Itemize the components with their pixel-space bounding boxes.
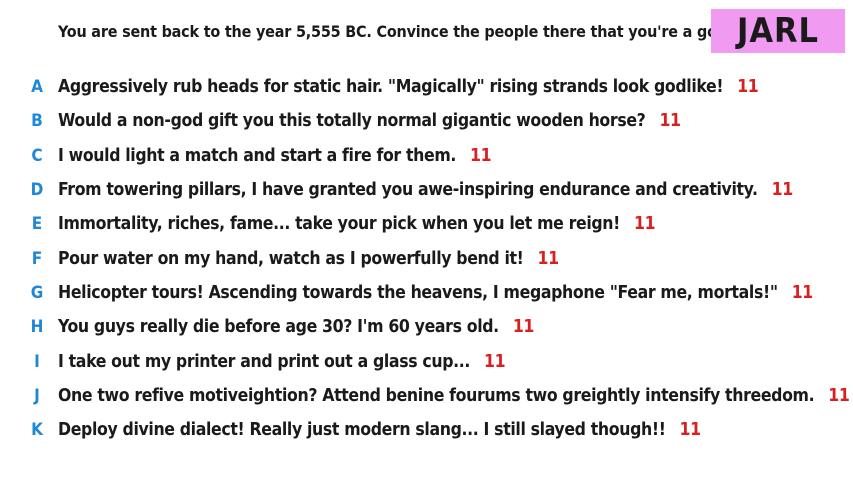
answer-body: Pour water on my hand, watch as I powerf… — [58, 248, 524, 269]
answer-row[interactable]: I I take out my printer and print out a g… — [0, 344, 853, 378]
answer-letter: G — [30, 282, 44, 303]
answer-score: 11 — [470, 145, 492, 166]
answer-score: 11 — [633, 214, 656, 235]
answer-score: 11 — [537, 248, 560, 269]
answer-body: Helicopter tours! Ascending towards the … — [58, 282, 778, 303]
answer-body: Aggressively rub heads for static hair. … — [58, 77, 724, 98]
answer-text: Deploy divine dialect! Really just moder… — [58, 420, 701, 440]
answer-body: You guys really die before age 30? I'm 6… — [58, 317, 499, 338]
answer-text: Helicopter tours! Ascending towards the … — [58, 283, 813, 303]
answer-body: Immortality, riches, fame... take your p… — [58, 214, 620, 235]
answer-text: Immortality, riches, fame... take your p… — [58, 214, 656, 235]
answer-row[interactable]: F Pour water on my hand, watch as I power… — [0, 241, 853, 275]
answer-text: One two refive motiveightion? Attend ben… — [58, 385, 850, 406]
question-prompt: You are sent back to the year 5,555 BC. … — [58, 22, 733, 41]
answer-score: 11 — [737, 77, 759, 98]
answer-text: I take out my printer and print out a gl… — [58, 351, 506, 372]
answer-score: 11 — [679, 420, 702, 441]
answer-row[interactable]: G Helicopter tours! Ascending towards the… — [0, 276, 853, 310]
answer-letter: I — [34, 351, 40, 372]
answer-body: Would a non-god gift you this totally no… — [58, 111, 646, 132]
answer-letter: J — [34, 385, 40, 406]
answer-letter: A — [31, 77, 43, 98]
answer-letter: H — [30, 317, 44, 338]
answer-body: I would light a match and start a fire f… — [58, 145, 457, 166]
answer-row[interactable]: K Deploy divine dialect! Really just mode… — [0, 413, 853, 447]
answer-row[interactable]: B Would a non-god gift you this totally n… — [0, 104, 853, 138]
answer-score: 11 — [512, 317, 535, 338]
answer-score: 11 — [484, 351, 506, 372]
answer-text: From towering pillars, I have granted yo… — [58, 180, 793, 200]
answer-body: From towering pillars, I have granted yo… — [58, 180, 758, 201]
answer-body: I take out my printer and print out a gl… — [58, 351, 471, 372]
answer-row[interactable]: D From towering pillars, I have granted y… — [0, 173, 853, 207]
answer-score: 11 — [659, 111, 681, 132]
answer-text: Aggressively rub heads for static hair. … — [58, 77, 759, 98]
answer-row[interactable]: C I would light a match and start a fire … — [0, 139, 853, 173]
answer-row[interactable]: E Immortality, riches, fame... take your … — [0, 207, 853, 241]
answer-letter: K — [31, 420, 43, 441]
answer-score: 11 — [828, 385, 850, 406]
answer-score: 11 — [771, 180, 794, 201]
answer-letter: E — [31, 214, 43, 235]
answer-body: Deploy divine dialect! Really just moder… — [58, 420, 666, 441]
answer-score: 11 — [791, 282, 814, 303]
answer-row[interactable]: J One two refive motiveightion? Attend be… — [0, 379, 853, 413]
answer-body: One two refive motiveightion? Attend ben… — [58, 385, 815, 406]
answer-letter: B — [31, 111, 43, 132]
player-name-badge: JARL — [711, 9, 845, 53]
answer-row[interactable]: A Aggressively rub heads for static hair.… — [0, 70, 853, 104]
answer-row[interactable]: H You guys really die before age 30? I'm … — [0, 310, 853, 344]
answer-text: Would a non-god gift you this totally no… — [58, 111, 681, 131]
answer-letter: C — [31, 145, 43, 166]
answer-text: Pour water on my hand, watch as I powerf… — [58, 249, 559, 269]
answer-letter: D — [30, 180, 44, 201]
answer-letter: F — [31, 248, 43, 269]
answer-list: A Aggressively rub heads for static hair.… — [0, 70, 853, 447]
answer-text: I would light a match and start a fire f… — [58, 145, 492, 166]
answer-text: You guys really die before age 30? I'm 6… — [58, 317, 534, 337]
